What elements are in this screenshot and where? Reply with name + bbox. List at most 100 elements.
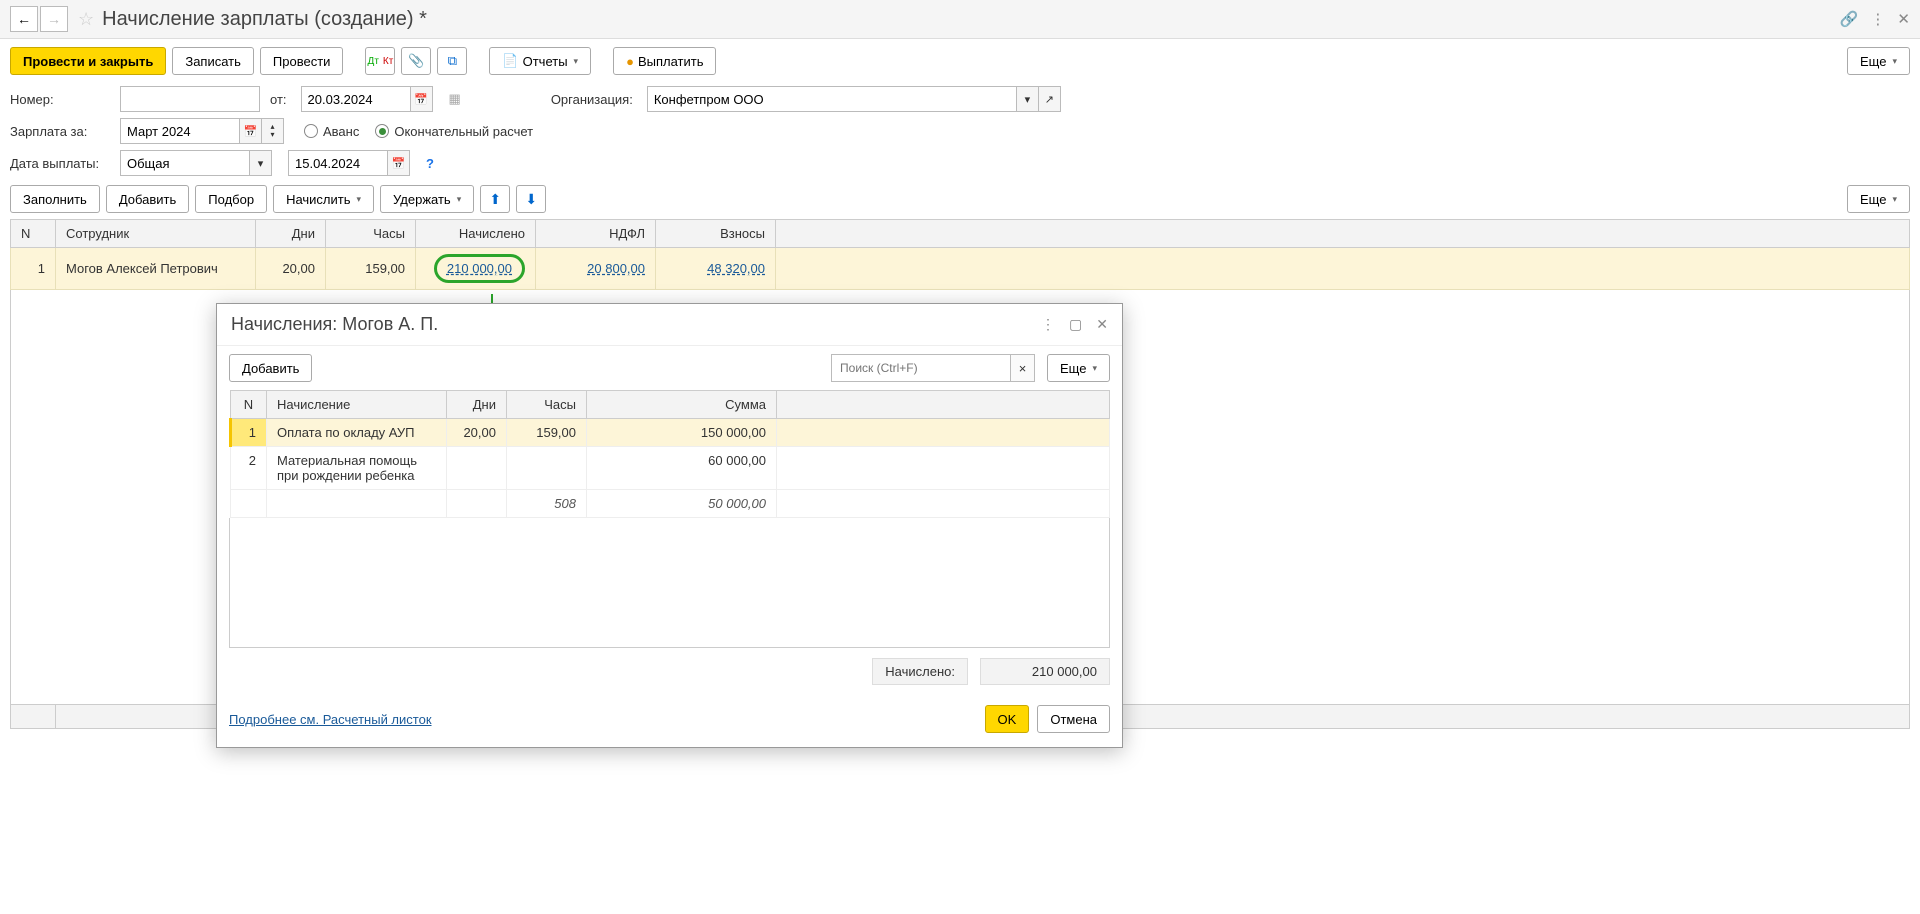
org-input[interactable] bbox=[647, 86, 1017, 112]
mcell-sub-spacer bbox=[777, 490, 1110, 518]
form-row-paydate: Дата выплаты: ▾ 📅 ? bbox=[0, 147, 1920, 179]
menu-kebab-icon[interactable]: ⋮ bbox=[1870, 10, 1885, 28]
period-calendar-icon[interactable]: 📅 bbox=[240, 118, 262, 144]
advance-radio-label: Аванс bbox=[323, 124, 359, 139]
modal-total-value: 210 000,00 bbox=[980, 658, 1110, 685]
mcol-name[interactable]: Начисление bbox=[267, 391, 447, 419]
mcell-days bbox=[447, 447, 507, 490]
org-dropdown-icon[interactable]: ▾ bbox=[1017, 86, 1039, 112]
withhold-dropdown[interactable]: Удержать bbox=[380, 185, 474, 213]
accrue-dropdown[interactable]: Начислить bbox=[273, 185, 374, 213]
modal-close-icon[interactable]: ✕ bbox=[1096, 316, 1108, 333]
nav-forward-button[interactable]: → bbox=[40, 6, 68, 32]
table-row[interactable]: 1 Могов Алексей Петрович 20,00 159,00 21… bbox=[11, 248, 1910, 290]
number-input[interactable] bbox=[120, 86, 260, 112]
attachment-icon-button[interactable]: 📎 bbox=[401, 47, 431, 75]
paydate-mode-dropdown-icon[interactable]: ▾ bbox=[250, 150, 272, 176]
favorite-star-icon[interactable]: ☆ bbox=[78, 9, 94, 30]
cell-hours: 159,00 bbox=[326, 248, 416, 290]
accrual-row-selected[interactable]: 1 Оплата по окладу АУП 20,00 159,00 150 … bbox=[231, 419, 1110, 447]
mcell-n: 1 bbox=[231, 419, 267, 447]
mcell-name: Материальная помощь при рождении ребенка bbox=[267, 447, 447, 490]
mcol-hours[interactable]: Часы bbox=[507, 391, 587, 419]
mcol-spacer bbox=[777, 391, 1110, 419]
help-icon[interactable]: ? bbox=[426, 156, 434, 171]
col-contrib[interactable]: Взносы bbox=[656, 220, 776, 248]
more-dropdown[interactable]: Еще bbox=[1847, 47, 1910, 75]
pick-button[interactable]: Подбор bbox=[195, 185, 267, 213]
post-and-close-button[interactable]: Провести и закрыть bbox=[10, 47, 166, 75]
modal-search-input[interactable] bbox=[831, 354, 1011, 382]
cell-contrib[interactable]: 48 320,00 bbox=[656, 248, 776, 290]
cell-n: 1 bbox=[11, 248, 56, 290]
modal-header: Начисления: Могов А. П. ⋮ ▢ ✕ bbox=[217, 304, 1122, 346]
modal-payslip-link[interactable]: Подробнее см. Расчетный листок bbox=[229, 712, 432, 727]
modal-search-clear-icon[interactable]: × bbox=[1011, 354, 1035, 382]
table-more-dropdown[interactable]: Еще bbox=[1847, 185, 1910, 213]
mcell-name: Оплата по окладу АУП bbox=[267, 419, 447, 447]
close-window-icon[interactable]: ✕ bbox=[1897, 10, 1910, 28]
modal-toolbar: Добавить × Еще bbox=[217, 346, 1122, 390]
related-icon-button[interactable]: ⧉ bbox=[437, 47, 467, 75]
modal-kebab-icon[interactable]: ⋮ bbox=[1041, 316, 1055, 333]
paydate-mode-input[interactable] bbox=[120, 150, 250, 176]
calendar-icon[interactable]: 📅 bbox=[411, 86, 433, 112]
mcol-sum[interactable]: Сумма bbox=[587, 391, 777, 419]
modal-maximize-icon[interactable]: ▢ bbox=[1069, 316, 1082, 333]
modal-add-button[interactable]: Добавить bbox=[229, 354, 312, 382]
from-label: от: bbox=[270, 92, 287, 107]
employees-table: N Сотрудник Дни Часы Начислено НДФЛ Взно… bbox=[10, 219, 1910, 290]
save-button[interactable]: Записать bbox=[172, 47, 254, 75]
number-label: Номер: bbox=[10, 92, 110, 107]
paydate-input[interactable] bbox=[288, 150, 388, 176]
org-open-icon[interactable]: ↗ bbox=[1039, 86, 1061, 112]
paydate-calendar-icon[interactable]: 📅 bbox=[388, 150, 410, 176]
paydate-label: Дата выплаты: bbox=[10, 156, 110, 171]
mcell-n: 2 bbox=[231, 447, 267, 490]
mcol-days[interactable]: Дни bbox=[447, 391, 507, 419]
modal-cancel-button[interactable]: Отмена bbox=[1037, 705, 1110, 733]
period-spinner[interactable]: ▴▾ bbox=[262, 118, 284, 144]
modal-ok-button[interactable]: OK bbox=[985, 705, 1030, 733]
link-icon[interactable]: 🔗 bbox=[1840, 10, 1859, 28]
mcell-sum: 60 000,00 bbox=[587, 447, 777, 490]
reports-dropdown[interactable]: 📄Отчеты bbox=[489, 47, 591, 75]
cell-accrued[interactable]: 210 000,00 bbox=[416, 248, 536, 290]
salary-period-input[interactable] bbox=[120, 118, 240, 144]
final-radio-label: Окончательный расчет bbox=[394, 124, 533, 139]
advance-radio[interactable]: Аванс bbox=[304, 124, 359, 139]
fill-button[interactable]: Заполнить bbox=[10, 185, 100, 213]
add-row-button[interactable]: Добавить bbox=[106, 185, 189, 213]
col-employee[interactable]: Сотрудник bbox=[56, 220, 256, 248]
col-days[interactable]: Дни bbox=[256, 220, 326, 248]
nav-back-button[interactable]: ← bbox=[10, 6, 38, 32]
form-row-salary-period: Зарплата за: 📅 ▴▾ Аванс Окончательный ра… bbox=[0, 115, 1920, 147]
cell-ndfl[interactable]: 20 800,00 bbox=[536, 248, 656, 290]
main-toolbar: Провести и закрыть Записать Провести ДтК… bbox=[0, 39, 1920, 83]
col-n[interactable]: N bbox=[11, 220, 56, 248]
col-ndfl[interactable]: НДФЛ bbox=[536, 220, 656, 248]
cell-contrib-link[interactable]: 48 320,00 bbox=[707, 261, 765, 276]
mcell-sub-name bbox=[267, 490, 447, 518]
modal-more-dropdown[interactable]: Еще bbox=[1047, 354, 1110, 382]
move-up-button[interactable]: ⬆ bbox=[480, 185, 510, 213]
pay-label: Выплатить bbox=[638, 54, 704, 69]
cell-ndfl-link[interactable]: 20 800,00 bbox=[587, 261, 645, 276]
from-date-input[interactable] bbox=[301, 86, 411, 112]
accrual-subrow[interactable]: 508 50 000,00 bbox=[231, 490, 1110, 518]
cell-accrued-link[interactable]: 210 000,00 bbox=[434, 254, 525, 283]
post-button[interactable]: Провести bbox=[260, 47, 344, 75]
mcol-n[interactable]: N bbox=[231, 391, 267, 419]
final-radio[interactable]: Окончательный расчет bbox=[375, 124, 533, 139]
dt-kt-icon-button[interactable]: ДтКт bbox=[365, 47, 395, 75]
salary-for-label: Зарплата за: bbox=[10, 124, 110, 139]
col-accrued[interactable]: Начислено bbox=[416, 220, 536, 248]
mcell-spacer bbox=[777, 419, 1110, 447]
move-down-button[interactable]: ⬇ bbox=[516, 185, 546, 213]
sheet-icon[interactable]: ▦ bbox=[449, 91, 461, 107]
pay-button[interactable]: ●Выплатить bbox=[613, 47, 716, 75]
mcell-days: 20,00 bbox=[447, 419, 507, 447]
modal-title: Начисления: Могов А. П. bbox=[231, 314, 438, 335]
col-hours[interactable]: Часы bbox=[326, 220, 416, 248]
accrual-row[interactable]: 2 Материальная помощь при рождении ребен… bbox=[231, 447, 1110, 490]
